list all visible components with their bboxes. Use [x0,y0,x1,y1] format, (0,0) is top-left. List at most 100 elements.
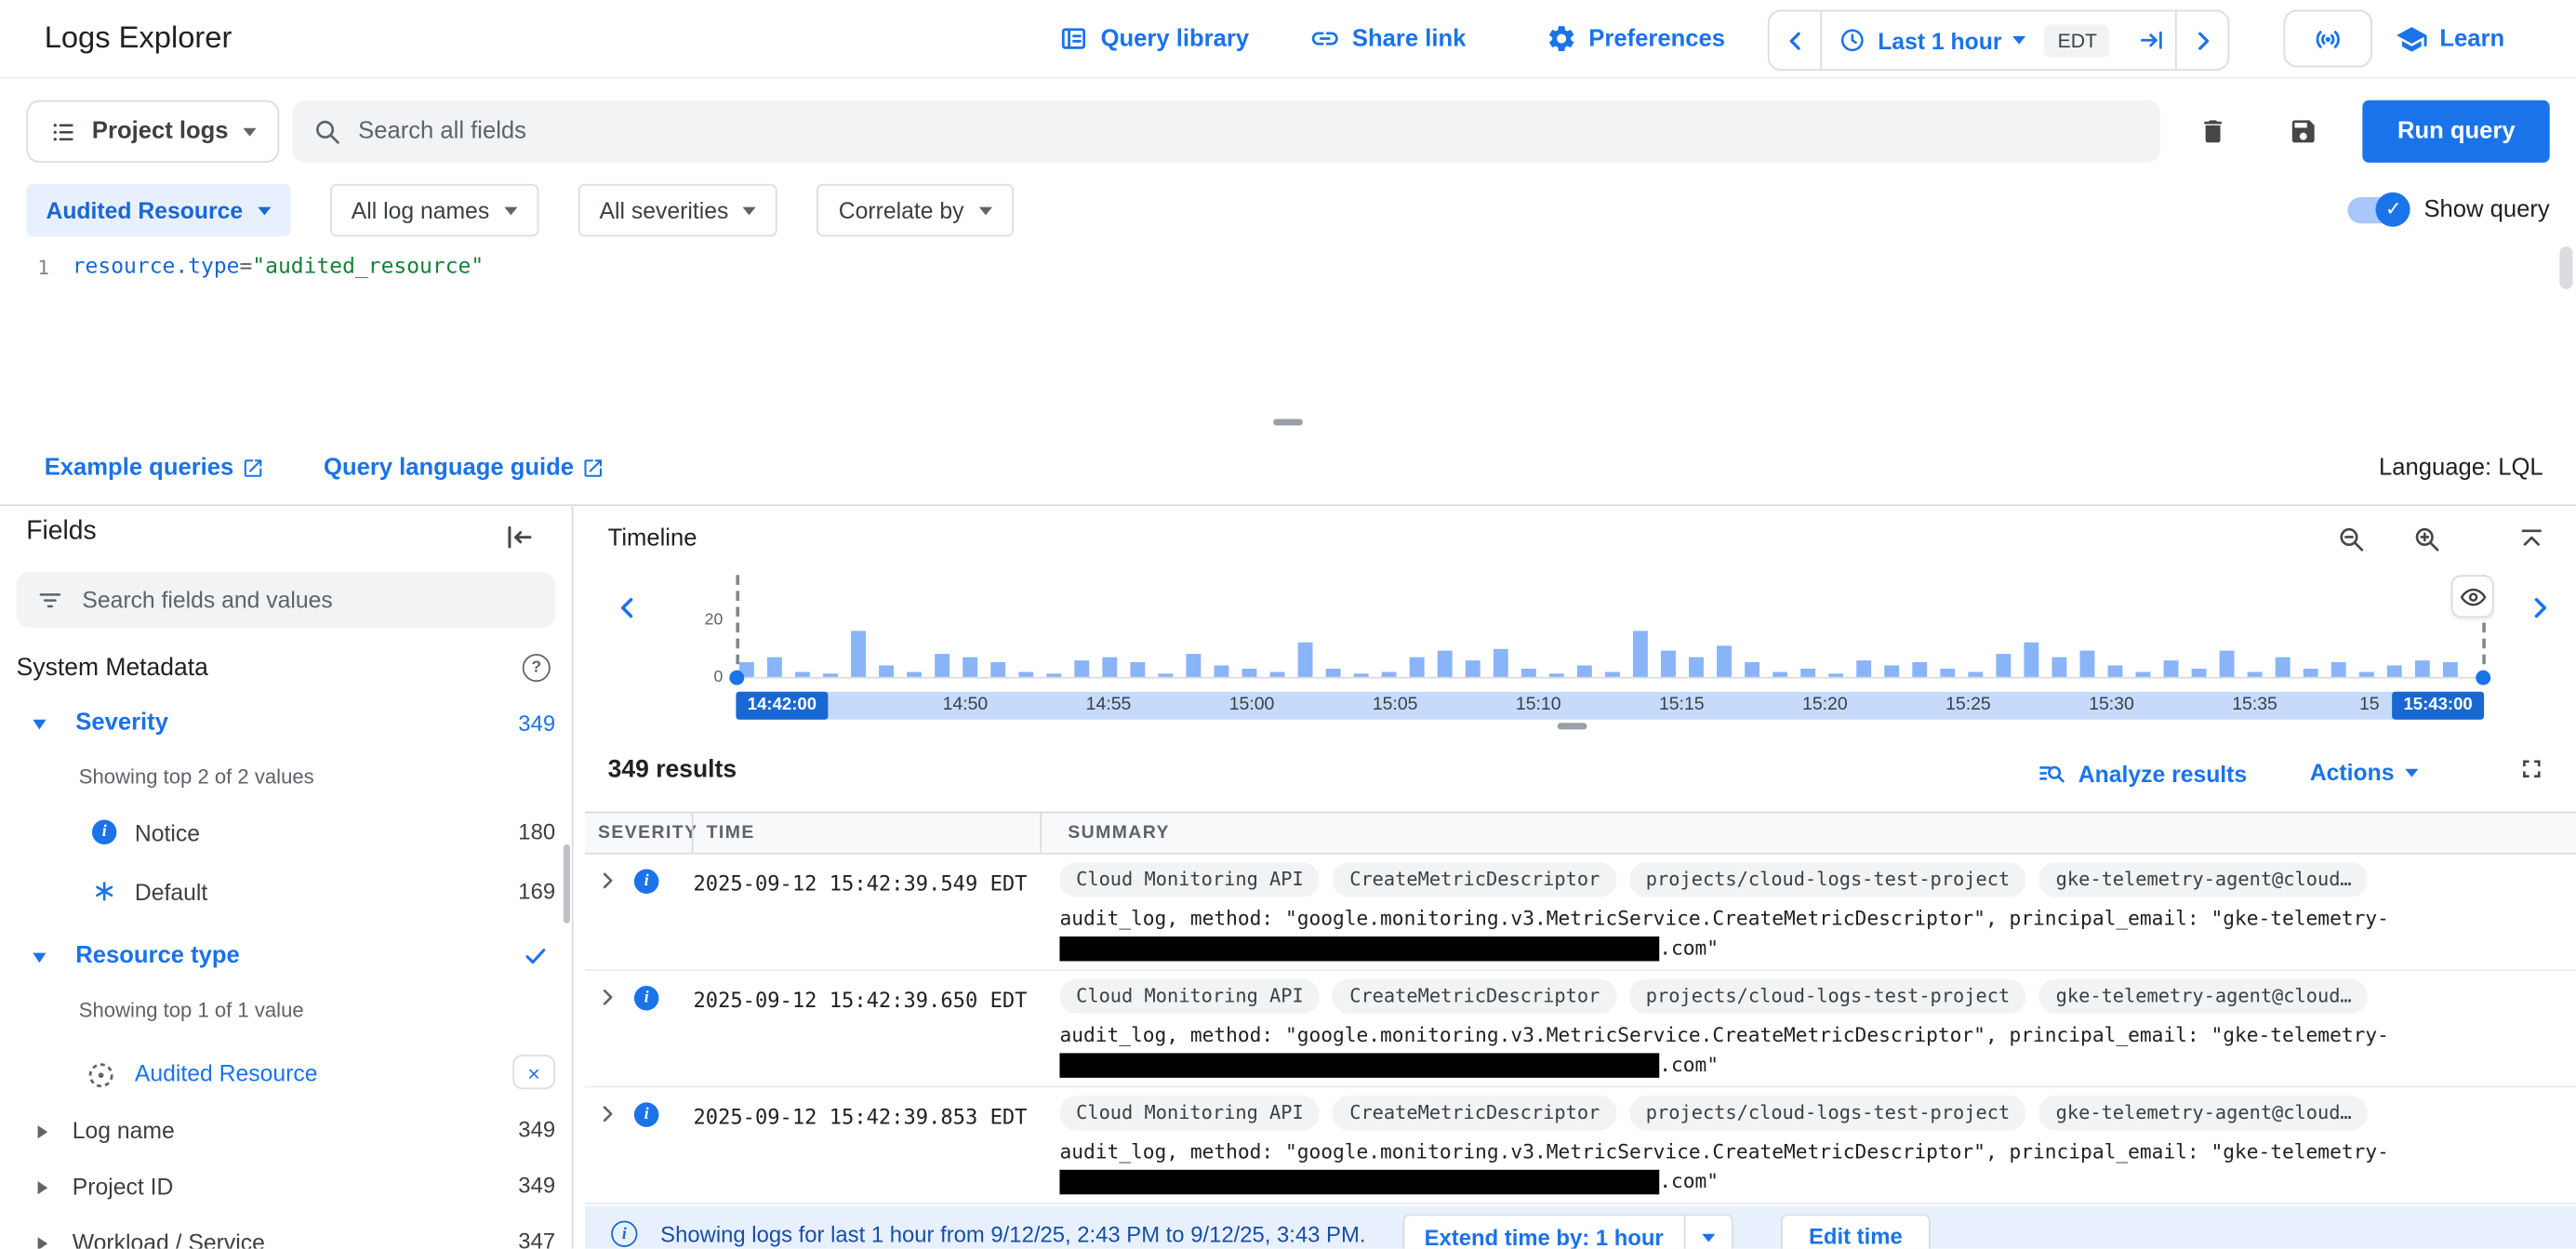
histogram-bar [2415,659,2430,677]
extend-time-button[interactable]: Extend time by: 1 hour [1403,1215,1733,1249]
preview-toggle-button[interactable] [2451,575,2494,618]
fields-search[interactable] [17,572,555,628]
expand-row-chevron-icon[interactable] [595,1101,621,1127]
preferences-button[interactable]: Preferences [1546,0,1725,77]
log-row[interactable]: i2025-09-12 15:42:39.853 EDTCloud Monito… [585,1087,2576,1203]
summary-chip[interactable]: projects/cloud-logs-test-project [1629,862,2026,897]
chevron-right-icon [2523,591,2556,624]
timeline-tick-label: 15:35 [2232,692,2277,720]
time-range-button[interactable]: Last 1 hour EDT [1822,24,2127,57]
query-language-guide-link[interactable]: Query language guide [324,455,605,481]
severity-field-header[interactable]: Severity 349 [0,710,572,742]
analyze-results-button[interactable]: Analyze results [2038,759,2248,789]
help-icon[interactable]: ? [523,654,551,682]
resource-filter-chip[interactable]: Audited Resource [26,184,290,237]
fields-search-input[interactable] [82,587,536,613]
edit-time-button[interactable]: Edit time [1781,1215,1931,1249]
summary-chip[interactable]: Cloud Monitoring API [1059,862,1320,897]
chevron-left-icon [1780,25,1810,55]
log-summary: Cloud Monitoring API CreateMetricDescript… [1059,862,2562,961]
notice-label: Notice [135,820,200,846]
histogram-bar [2443,662,2458,676]
timeline-pan-right-button[interactable] [2523,591,2556,624]
timeline-tick-label: 15:05 [1373,692,1418,720]
field-log-name[interactable]: Log name 349 [0,1116,572,1149]
log-row[interactable]: i2025-09-12 15:42:39.549 EDTCloud Monito… [585,855,2576,971]
summary-chip[interactable]: CreateMetricDescriptor [1334,862,1616,897]
summary-chip[interactable]: CreateMetricDescriptor [1334,1096,1616,1130]
summary-chip[interactable]: gke-telemetry-agent@cloud… [2039,979,2368,1014]
timeline-start-label[interactable]: 14:42:00 [736,692,828,720]
jump-to-now-button[interactable] [2127,11,2176,69]
log-names-filter[interactable]: All log names [330,184,538,237]
histogram-bar [1326,669,1341,677]
summary-chip[interactable]: projects/cloud-logs-test-project [1629,979,2026,1014]
time-forward-button[interactable] [2176,11,2229,69]
search-all-fields[interactable] [292,100,2160,163]
log-row[interactable]: i2025-09-12 15:42:39.650 EDTCloud Monito… [585,971,2576,1087]
summary-chip[interactable]: gke-telemetry-agent@cloud… [2039,862,2368,897]
clear-query-button[interactable] [2198,116,2228,146]
audited-resource-value[interactable]: Audited Resource × [0,1058,572,1091]
selection-start-handle[interactable] [729,671,744,685]
log-scope-button[interactable]: Project logs [26,100,279,163]
column-divider[interactable] [1040,813,1042,852]
time-back-button[interactable] [1770,11,1823,69]
timeline-band[interactable]: 14:42:00 15:43:00 14:5014:5515:0015:0515… [736,692,2484,720]
remove-filter-button[interactable]: × [512,1055,555,1089]
run-query-button[interactable]: Run query [2363,100,2550,163]
zoom-out-icon [2336,525,2366,554]
fullscreen-button[interactable] [2516,754,2546,784]
editor-resize-handle[interactable] [1273,419,1303,425]
log-time: 2025-09-12 15:42:39.853 EDT [693,1104,1027,1128]
summary-chip[interactable]: CreateMetricDescriptor [1334,979,1616,1014]
query-library-button[interactable]: Query library [1058,0,1249,77]
learn-button[interactable]: Learn [2396,0,2504,77]
timeline-end-label[interactable]: 15:43:00 [2392,692,2484,720]
query-editor[interactable]: 1 resource.type="audited_resource" [0,242,2576,426]
chevron-down-icon [978,206,991,215]
field-workload-service[interactable]: Workload / Service 347 [0,1228,572,1249]
timeline-pan-left-button[interactable] [611,591,644,624]
collapse-timeline-button[interactable] [2516,525,2546,554]
actions-button[interactable]: Actions [2310,759,2419,785]
log-names-label: All log names [352,197,489,223]
severity-value-notice[interactable]: i Notice 180 [0,818,572,851]
expand-row-chevron-icon[interactable] [595,868,621,894]
selection-end-handle[interactable] [2476,671,2490,685]
system-metadata-title: System Metadata [17,654,208,682]
timeline-histogram[interactable] [736,578,2484,679]
timeline-tick-label: 14:55 [1086,692,1132,720]
summary-chip[interactable]: Cloud Monitoring API [1059,1096,1320,1130]
redaction-bar [1059,936,1659,960]
editor-scrollbar[interactable] [2559,246,2572,289]
timeline-resize-handle[interactable] [1558,723,1587,729]
expand-row-chevron-icon[interactable] [595,984,621,1010]
timeline-tick-label: 15:10 [1516,692,1561,720]
save-query-button[interactable] [2289,116,2318,146]
summary-chip[interactable]: gke-telemetry-agent@cloud… [2039,1096,2368,1130]
share-link-button[interactable]: Share link [1309,0,1466,77]
arrow-to-bar-icon [2137,26,2165,54]
field-project-id[interactable]: Project ID 349 [0,1172,572,1204]
collapse-panel-button[interactable] [503,521,536,553]
zoom-in-icon [2411,525,2441,554]
time-range-label: Last 1 hour [1878,27,2001,53]
learn-label: Learn [2439,25,2504,51]
extend-time-dropdown[interactable] [1683,1216,1731,1248]
severities-filter[interactable]: All severities [578,184,778,237]
severity-value-default[interactable]: Default 169 [0,877,572,910]
search-all-fields-input[interactable] [358,118,2141,144]
summary-chip[interactable]: projects/cloud-logs-test-project [1629,1096,2026,1130]
zoom-in-button[interactable] [2411,525,2441,554]
resource-type-field-header[interactable]: Resource type [0,943,572,976]
show-query-toggle[interactable]: ✓ [2348,197,2408,223]
zoom-out-button[interactable] [2336,525,2366,554]
fields-scrollbar[interactable] [564,844,570,923]
stream-logs-button[interactable] [2284,10,2372,68]
chevron-right-icon [38,1237,48,1248]
summary-chip[interactable]: Cloud Monitoring API [1059,979,1320,1014]
column-divider[interactable] [692,813,694,852]
example-queries-link[interactable]: Example queries [45,455,265,481]
correlate-filter[interactable]: Correlate by [817,184,1014,237]
